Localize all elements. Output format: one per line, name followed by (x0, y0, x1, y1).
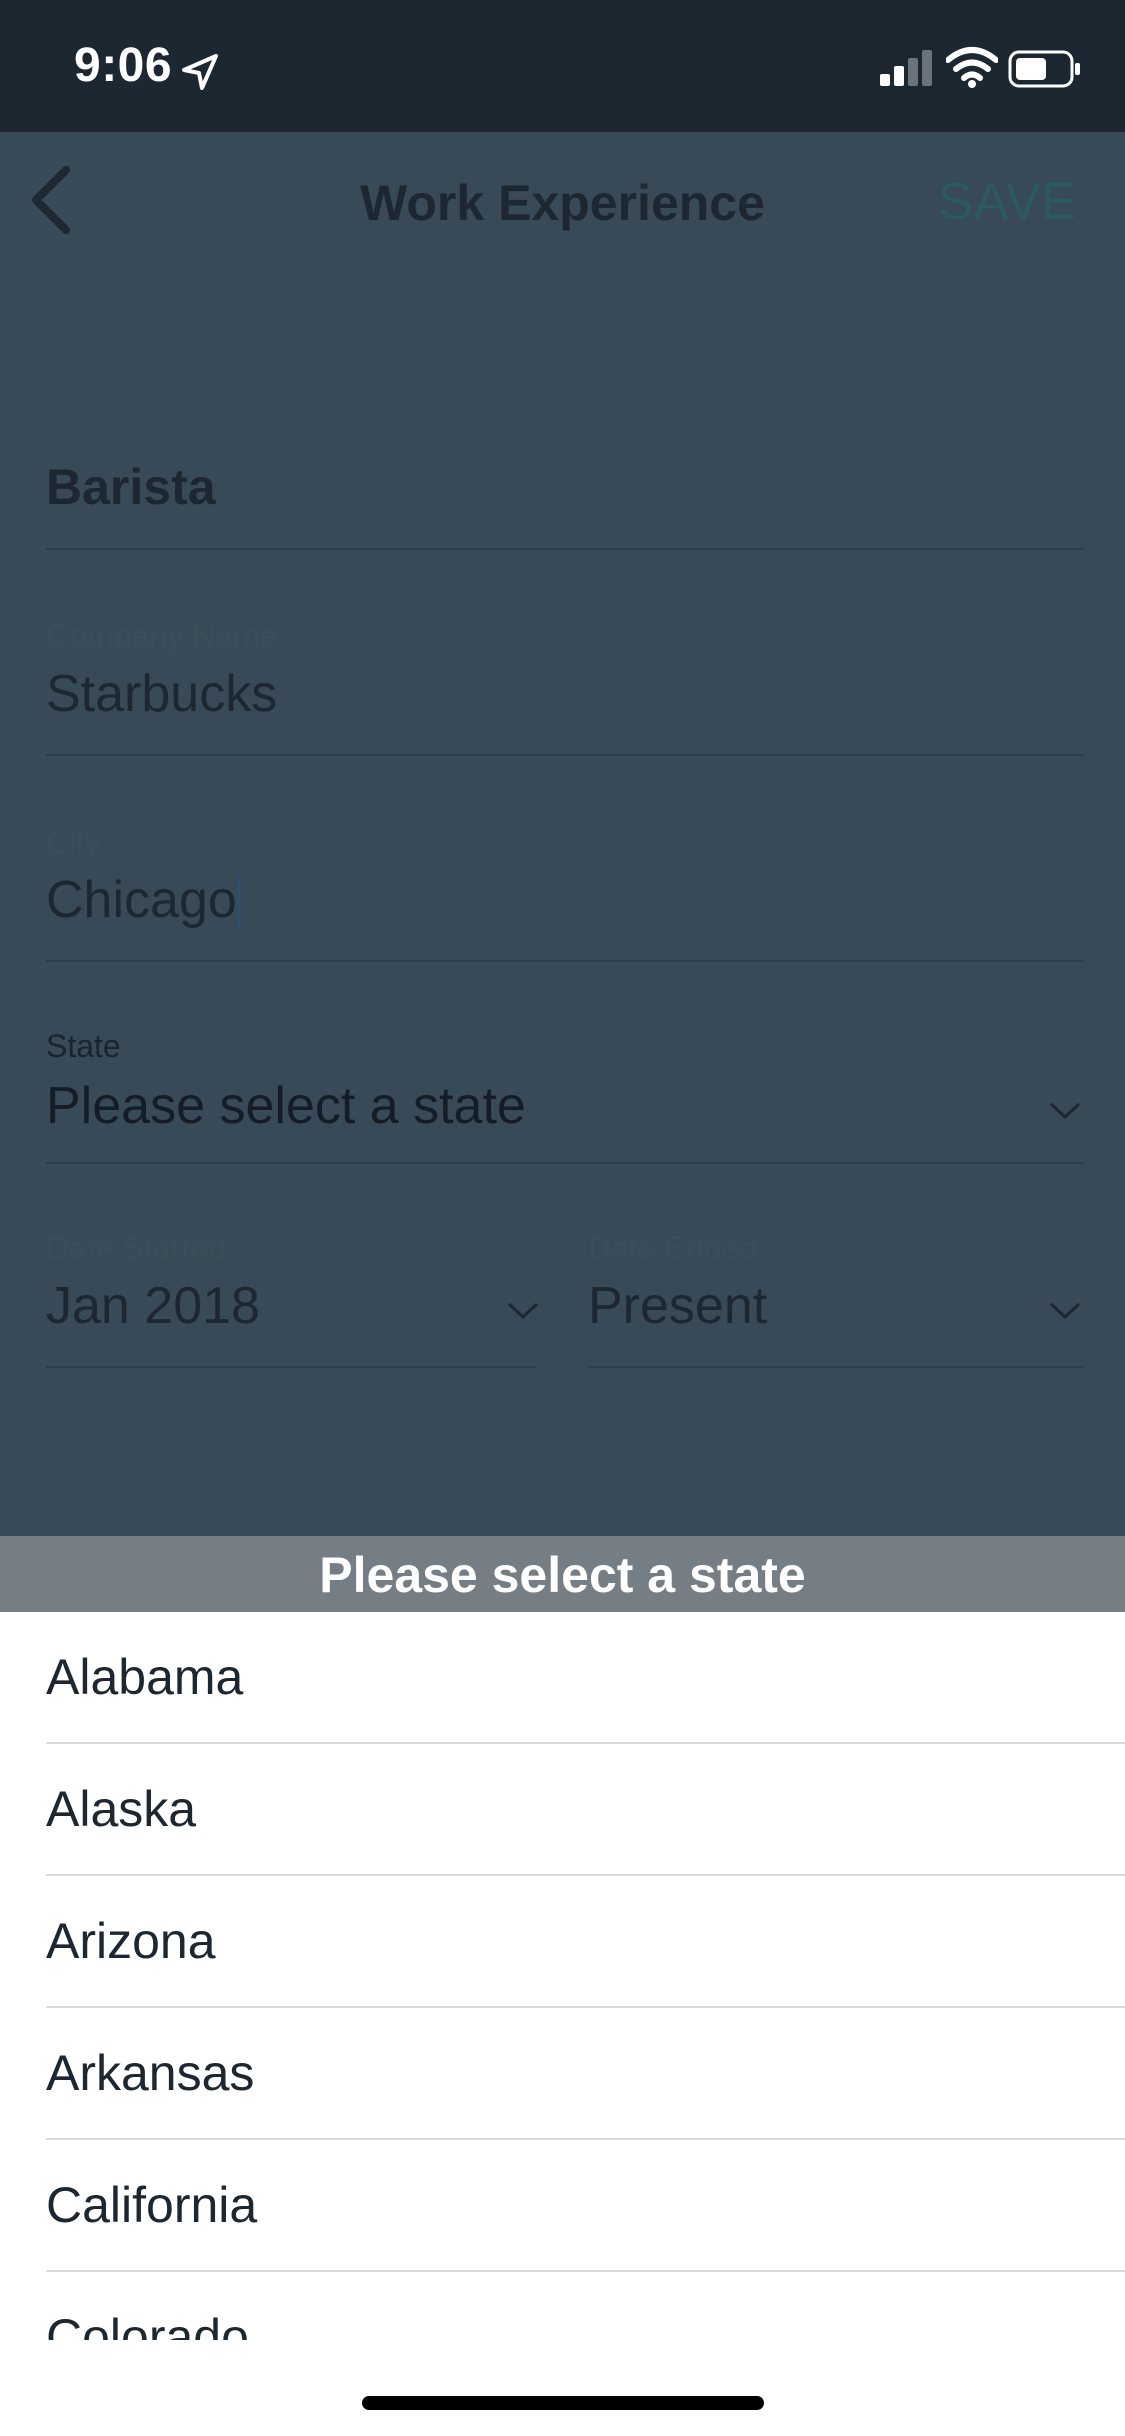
state-option[interactable]: Colorado (46, 2272, 1125, 2340)
divider (588, 1366, 1084, 1368)
city-label: City (46, 824, 102, 860)
date-started-label: Date Started (46, 1230, 226, 1266)
state-option-label: Colorado (46, 2309, 249, 2340)
state-option-label: Arizona (46, 1913, 216, 1969)
state-label: State (46, 1028, 121, 1064)
divider (46, 1162, 1084, 1164)
home-indicator[interactable] (362, 2396, 764, 2410)
date-ended-label: Date Ended (588, 1230, 758, 1266)
chevron-down-icon (1049, 1102, 1081, 1120)
state-option-label: Alaska (46, 1781, 197, 1837)
state-option[interactable]: California (46, 2140, 1125, 2272)
cellular-signal-icon (880, 50, 932, 86)
status-time: 9:06 (74, 39, 173, 92)
state-option[interactable]: Arizona (46, 1876, 1125, 2008)
state-options-list[interactable]: Alabama Alaska Arizona Arkansas Californ… (0, 1612, 1125, 2340)
wifi-icon (946, 47, 998, 88)
state-option-label: Arkansas (46, 2045, 255, 2101)
state-option[interactable]: Arkansas (46, 2008, 1125, 2140)
state-picker-title: Please select a state (319, 1547, 806, 1603)
work-experience-form: Barista Company Name Starbucks City Chic… (0, 266, 1125, 1536)
company-name-input[interactable]: Starbucks (46, 664, 277, 724)
city-value: Chicago (46, 871, 237, 929)
date-started-select[interactable]: Jan 2018 (46, 1276, 260, 1336)
divider (46, 1366, 536, 1368)
chevron-down-icon (1049, 1302, 1081, 1320)
chevron-down-icon (507, 1302, 539, 1320)
save-button[interactable]: SAVE (938, 172, 1077, 232)
location-arrow-icon (182, 54, 218, 90)
state-picker-header: Please select a state (0, 1536, 1125, 1612)
divider (46, 960, 1084, 962)
city-input[interactable]: Chicago (46, 870, 241, 930)
state-option-label: Alabama (46, 1649, 244, 1705)
job-title-field[interactable]: Barista (46, 458, 216, 516)
state-option[interactable]: Alabama (46, 1612, 1125, 1744)
state-select[interactable]: Please select a state (46, 1076, 526, 1136)
divider (46, 754, 1084, 756)
state-option[interactable]: Alaska (46, 1744, 1125, 1876)
divider (46, 548, 1084, 550)
text-cursor (237, 877, 241, 930)
status-bar: 9:06 (0, 0, 1125, 132)
state-option-label: California (46, 2177, 258, 2233)
battery-icon (1008, 50, 1080, 88)
navigation-header: Work Experience SAVE (0, 132, 1125, 268)
date-ended-select[interactable]: Present (588, 1276, 767, 1336)
company-name-label: Company Name (46, 618, 278, 654)
